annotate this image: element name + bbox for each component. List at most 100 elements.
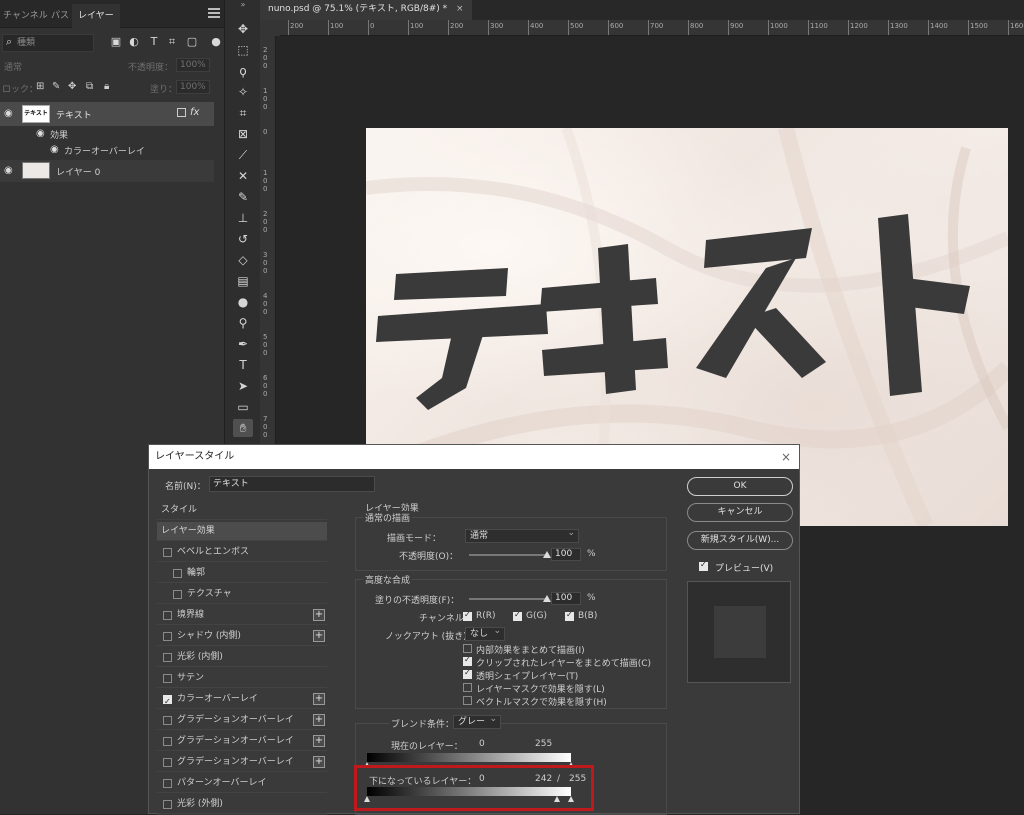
new-style-button[interactable]: 新規スタイル(W)...	[687, 531, 793, 550]
fill-opacity-input[interactable]: 100	[551, 592, 581, 605]
style-list-item[interactable]: 輪郭	[157, 564, 327, 583]
toolbar-collapse-icon[interactable]: »	[225, 0, 261, 14]
dialog-titlebar[interactable]: レイヤースタイル ×	[149, 445, 799, 469]
opacity-slider-knob[interactable]	[543, 551, 551, 558]
type-filter-icon[interactable]: T	[148, 36, 160, 48]
tab-channels[interactable]: チャンネル	[3, 6, 48, 26]
add-effect-plus-icon[interactable]: +	[313, 609, 325, 621]
path-select-tool-icon[interactable]: ➤	[233, 377, 253, 395]
name-input[interactable]: テキスト	[209, 476, 375, 492]
effects-row[interactable]: ◉ 効果	[0, 126, 214, 142]
style-list-item[interactable]: シャドウ (内側) +	[157, 627, 327, 646]
crop-tool-icon[interactable]: ⌗	[233, 104, 253, 122]
adjustment-filter-icon[interactable]: ◐	[128, 36, 140, 48]
style-list-item[interactable]: グラデーションオーバーレイ +	[157, 753, 327, 772]
style-list-item[interactable]: グラデーションオーバーレイ +	[157, 711, 327, 730]
frame-tool-icon[interactable]: ⊠	[233, 125, 253, 143]
pen-tool-icon[interactable]: ✒	[233, 335, 253, 353]
style-checkbox[interactable]	[173, 590, 182, 599]
option-checkbox[interactable]	[463, 696, 472, 705]
opacity-input[interactable]: 100	[551, 548, 581, 561]
lock-move-icon[interactable]: ✥	[68, 81, 76, 92]
document-tab[interactable]: nuno.psd @ 75.1% (テキスト, RGB/8#) * ×	[260, 0, 472, 20]
preview-checkbox[interactable]	[699, 560, 708, 571]
style-list-item[interactable]: パターンオーバーレイ	[157, 774, 327, 793]
channel-b-checkbox[interactable]	[565, 610, 574, 621]
type-tool-icon[interactable]: T	[233, 356, 253, 374]
style-checkbox[interactable]	[163, 653, 172, 662]
style-checkbox[interactable]	[163, 737, 172, 746]
option-checkbox[interactable]	[463, 668, 472, 679]
move-tool-icon[interactable]: ✥	[233, 20, 253, 38]
eraser-tool-icon[interactable]: ◇	[233, 251, 253, 269]
style-list-item[interactable]: 境界線 +	[157, 606, 327, 625]
style-list-item[interactable]: レイヤー効果	[157, 522, 327, 541]
visibility-eye-icon[interactable]: ◉	[4, 165, 16, 177]
style-checkbox[interactable]	[163, 800, 172, 809]
style-checkbox[interactable]	[163, 758, 172, 767]
fill-opacity-slider-knob[interactable]	[543, 595, 551, 602]
color-overlay-row[interactable]: ◉ カラーオーバーレイ	[0, 142, 214, 158]
add-effect-plus-icon[interactable]: +	[313, 735, 325, 747]
marquee-tool-icon[interactable]: ⬚	[233, 41, 253, 59]
add-effect-plus-icon[interactable]: +	[313, 693, 325, 705]
option-checkbox[interactable]	[463, 644, 472, 653]
blend-if-channel-select[interactable]: グレー	[453, 713, 501, 729]
blend-mode-select[interactable]: 通常	[4, 60, 22, 73]
knockout-select[interactable]: なし	[465, 625, 505, 641]
channel-r-checkbox[interactable]	[463, 610, 472, 621]
layer-filter-input[interactable]: 種類	[2, 34, 94, 52]
fill-input[interactable]: 100%	[176, 80, 210, 94]
style-list-item[interactable]: カラーオーバーレイ +	[157, 690, 327, 711]
style-list-item[interactable]: 光彩 (内側)	[157, 648, 327, 667]
lock-all-icon[interactable]: 🔒︎	[104, 81, 109, 92]
hand-tool-icon[interactable]: ✋︎	[233, 419, 253, 437]
style-checkbox[interactable]	[173, 569, 182, 578]
opacity-slider[interactable]	[469, 554, 547, 556]
shape-filter-icon[interactable]: ⌗	[166, 36, 178, 48]
visibility-eye-icon[interactable]: ◉	[4, 108, 16, 120]
style-list-item[interactable]: 光彩 (外側)	[157, 795, 327, 814]
style-list-item[interactable]: サテン	[157, 669, 327, 688]
pixel-filter-icon[interactable]: ▣	[110, 36, 122, 48]
smart-object-filter-icon[interactable]: ▢	[186, 36, 198, 48]
layer-row-text[interactable]: ◉ テキスト テキスト fx	[0, 102, 214, 126]
lock-transparent-icon[interactable]: ⊞	[36, 81, 44, 92]
lock-artboard-icon[interactable]: ⧉	[86, 81, 93, 92]
option-checkbox[interactable]	[463, 683, 472, 692]
opacity-input[interactable]: 100%	[176, 58, 210, 72]
healing-tool-icon[interactable]: ✕	[233, 167, 253, 185]
lasso-tool-icon[interactable]: ϙ	[233, 62, 253, 80]
filter-toggle-icon[interactable]: ●	[210, 36, 222, 48]
style-list-item[interactable]: テクスチャ	[157, 585, 327, 604]
tab-paths[interactable]: パス	[51, 6, 69, 26]
style-list-item[interactable]: スタイル	[157, 501, 327, 520]
stamp-tool-icon[interactable]: ⊥	[233, 209, 253, 227]
brush-tool-icon[interactable]: ✎	[233, 188, 253, 206]
style-checkbox[interactable]	[163, 548, 172, 557]
dodge-tool-icon[interactable]: ⚲	[233, 314, 253, 332]
style-checkbox[interactable]	[163, 716, 172, 725]
lock-brush-icon[interactable]: ✎	[52, 81, 60, 92]
add-effect-plus-icon[interactable]: +	[313, 756, 325, 768]
channel-g-checkbox[interactable]	[513, 610, 522, 621]
history-brush-icon[interactable]: ↺	[233, 230, 253, 248]
option-checkbox[interactable]	[463, 655, 472, 666]
fill-opacity-slider[interactable]	[469, 598, 547, 600]
ok-button[interactable]: OK	[687, 477, 793, 496]
layer-name[interactable]: テキスト	[56, 108, 92, 121]
layer-row-0[interactable]: ◉ レイヤー 0	[0, 160, 214, 182]
cancel-button[interactable]: キャンセル	[687, 503, 793, 522]
blur-tool-icon[interactable]: ●	[233, 293, 253, 311]
tab-layers[interactable]: レイヤー	[72, 4, 120, 28]
eyedropper-tool-icon[interactable]: ⟋	[233, 146, 253, 164]
fx-icon[interactable]: fx	[190, 107, 199, 118]
gradient-tool-icon[interactable]: ▤	[233, 272, 253, 290]
add-effect-plus-icon[interactable]: +	[313, 630, 325, 642]
style-checkbox[interactable]	[163, 693, 172, 711]
effects-eye-icon[interactable]: ◉	[36, 128, 48, 140]
add-effect-plus-icon[interactable]: +	[313, 714, 325, 726]
layer-name[interactable]: レイヤー 0	[56, 165, 100, 178]
style-checkbox[interactable]	[163, 779, 172, 788]
close-icon[interactable]: ×	[456, 4, 464, 14]
